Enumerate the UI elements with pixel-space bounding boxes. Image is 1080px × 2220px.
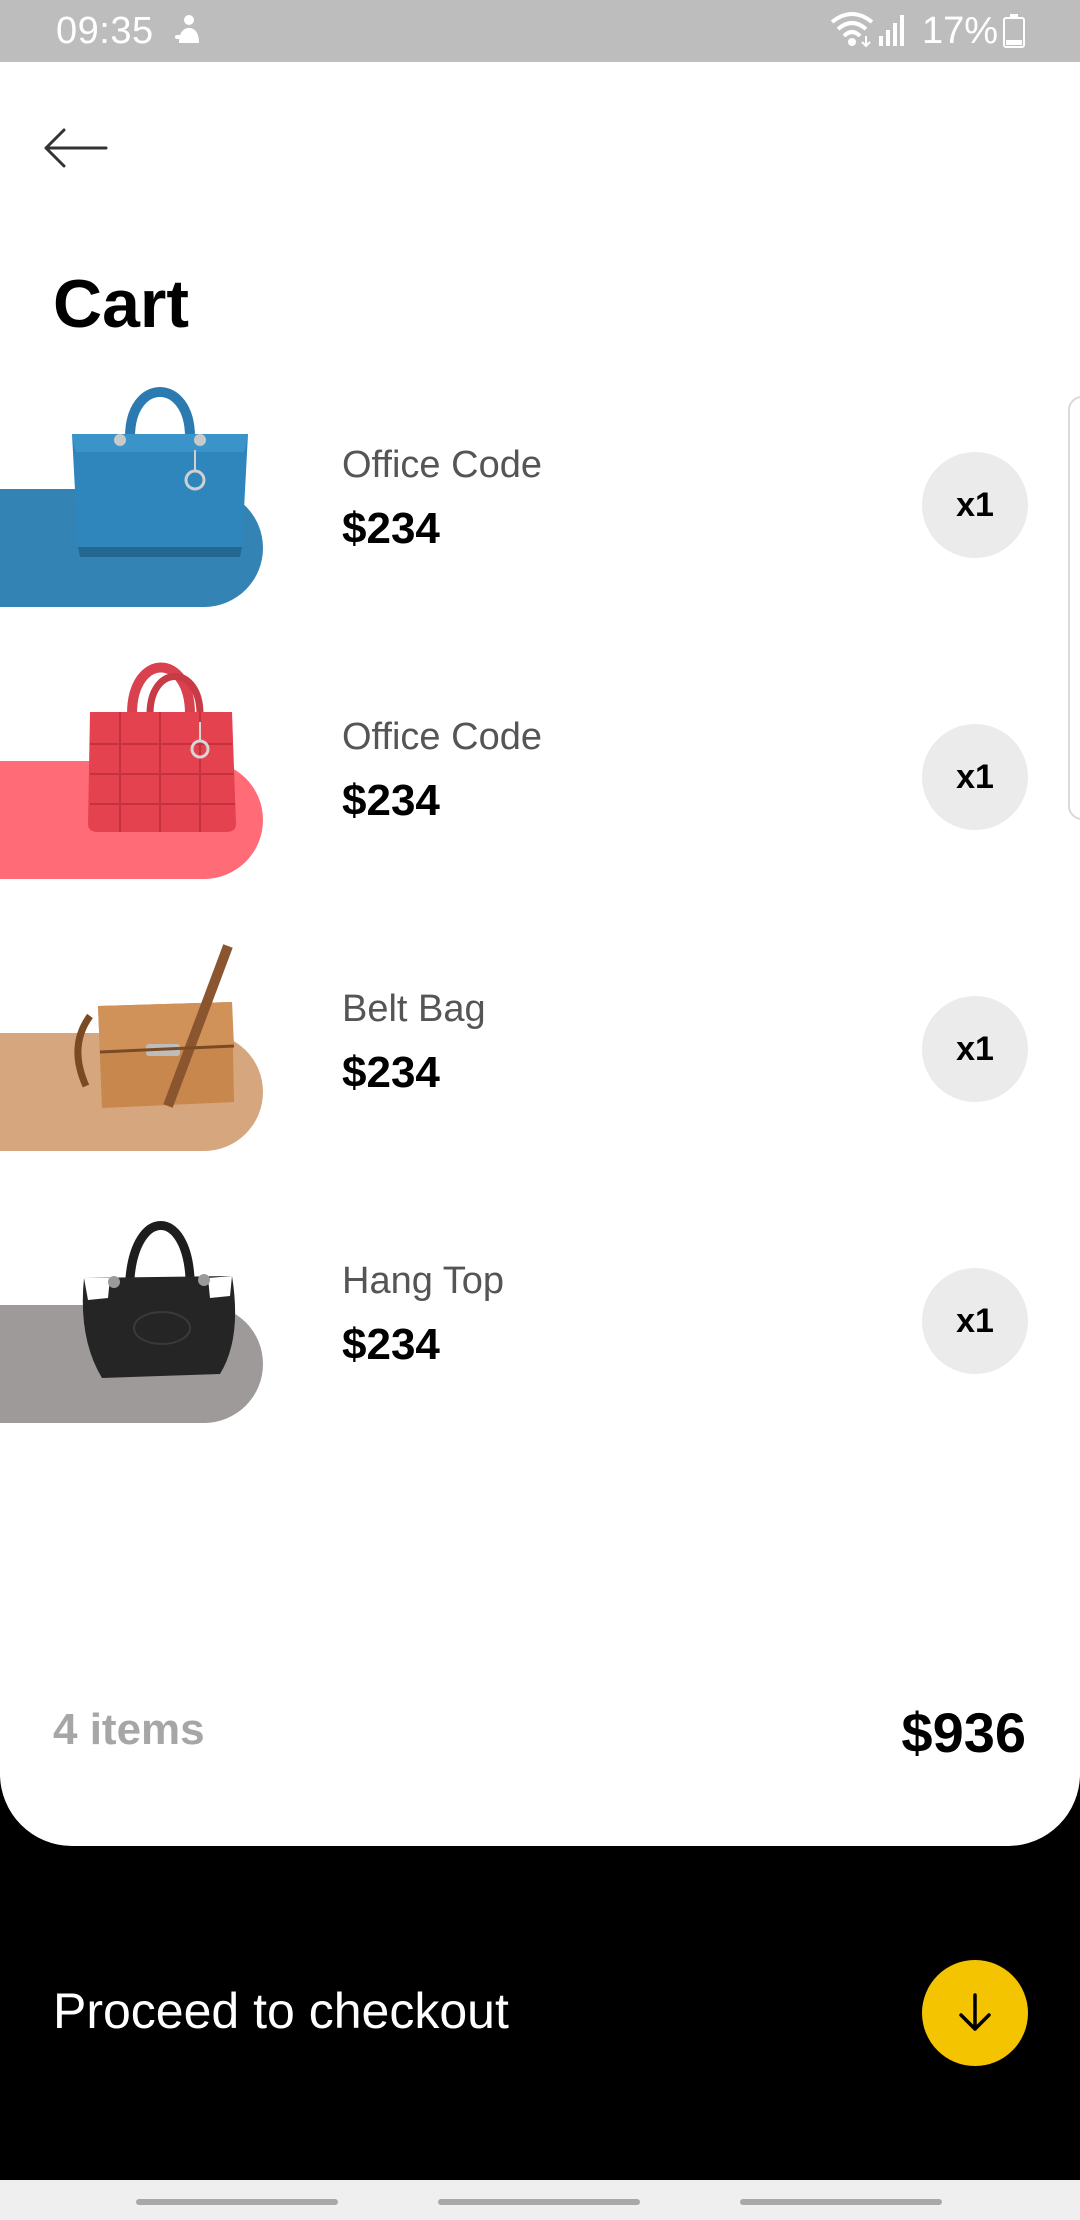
item-name: Hang Top: [342, 1260, 504, 1302]
cart-item[interactable]: Hang Top $234 x1: [0, 1178, 1080, 1450]
back-button[interactable]: [34, 110, 116, 186]
home-button[interactable]: [438, 2199, 640, 2205]
cart-item[interactable]: Office Code $234 x1: [0, 634, 1080, 906]
cart-total: $936: [901, 1701, 1026, 1764]
item-price: $234: [342, 504, 440, 553]
battery-icon: [1003, 14, 1025, 48]
back-nav-button[interactable]: [740, 2199, 942, 2205]
red-handbag-image: [88, 662, 236, 832]
arrow-left-icon: [44, 128, 108, 168]
item-price: $234: [342, 1320, 440, 1369]
quantity-button[interactable]: x1: [922, 452, 1028, 558]
item-name: Belt Bag: [342, 988, 486, 1030]
signal-icon: [879, 15, 904, 46]
item-price: $234: [342, 1048, 440, 1097]
page-title: Cart: [53, 266, 190, 342]
wifi-icon: [830, 12, 874, 48]
status-time: 09:35: [56, 10, 154, 52]
quantity-button[interactable]: x1: [922, 996, 1028, 1102]
black-handbag-image: [82, 1221, 236, 1378]
item-count: 4 items: [53, 1705, 205, 1754]
item-name: Office Code: [342, 716, 542, 758]
quantity-button[interactable]: x1: [922, 724, 1028, 830]
checkout-label[interactable]: Proceed to checkout: [53, 1982, 509, 2040]
recent-apps-button[interactable]: [136, 2199, 338, 2205]
quantity-button[interactable]: x1: [922, 1268, 1028, 1374]
battery-percent: 17%: [922, 10, 999, 52]
cart-item[interactable]: Office Code $234 x1: [0, 362, 1080, 634]
item-name: Office Code: [342, 444, 542, 486]
notification-icon: [175, 15, 199, 43]
arrow-down-icon: [959, 1993, 991, 2031]
navigation-bar: [0, 2180, 1080, 2220]
item-price: $234: [342, 776, 440, 825]
brown-shoulder-bag-image: [74, 944, 235, 1108]
cart-item[interactable]: Belt Bag $234 x1: [0, 906, 1080, 1178]
checkout-button[interactable]: [922, 1960, 1028, 2066]
cart-card: Cart Office Code $234 x1 Office Code $23…: [0, 62, 1080, 1846]
blue-handbag-image: [72, 387, 248, 557]
status-bar: 09:35 17%: [0, 0, 1080, 62]
